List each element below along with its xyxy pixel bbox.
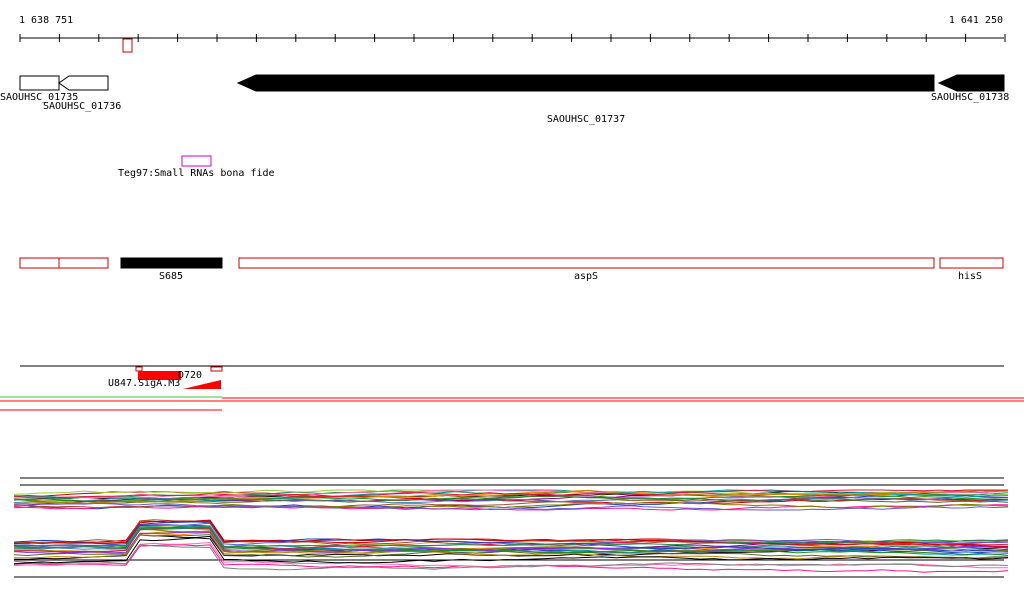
gene-label: SAOUHSC_01737 xyxy=(547,114,625,125)
expression-profiles xyxy=(13,489,1009,511)
coverage-lines xyxy=(0,396,1024,411)
gene-saouhsc-01737[interactable]: SAOUHSC_01737 xyxy=(236,74,935,125)
feature-box xyxy=(120,257,223,269)
genome-viewer: 1 638 751 1 641 250 SAOUHSC_01735 SAOUHS… xyxy=(0,15,1024,578)
feature-box[interactable] xyxy=(58,257,109,269)
gene-saouhsc-01738[interactable]: SAOUHSC_01738 xyxy=(931,74,1009,103)
feature-box[interactable] xyxy=(19,257,60,269)
regulatory-wedge[interactable] xyxy=(183,380,221,389)
feature-label: aspS xyxy=(574,271,598,282)
srna-box xyxy=(181,155,212,167)
feature-s685[interactable]: S685 xyxy=(120,257,223,282)
gene-arrow xyxy=(58,75,109,91)
gene-label: SAOUHSC_01738 xyxy=(931,92,1009,103)
expression-profiles xyxy=(13,519,1009,573)
feature-asps[interactable]: aspS xyxy=(238,257,935,282)
regulatory-marker[interactable] xyxy=(210,366,223,372)
srna-teg97[interactable]: Teg97:Small RNAs bona fide xyxy=(118,155,275,179)
feature-track: S685 aspS hisS xyxy=(19,257,1004,282)
regulatory-marker[interactable] xyxy=(135,366,143,372)
feature-box xyxy=(238,257,935,269)
gene-arrow xyxy=(937,74,1005,92)
ruler-highlight xyxy=(122,38,133,53)
expression-panel-top xyxy=(13,477,1009,511)
gene-track: SAOUHSC_01735 SAOUHSC_01736 SAOUHSC_0173… xyxy=(0,74,1009,125)
srna-track: Teg97:Small RNAs bona fide xyxy=(118,155,275,179)
expression-panel-bottom xyxy=(13,519,1009,578)
gene-label: SAOUHSC_01736 xyxy=(43,101,121,112)
regulatory-label-left: U847.SigA.M3 xyxy=(108,378,180,389)
regulatory-track: U847.SigA.M3 D720 xyxy=(20,365,1004,389)
regulatory-label-right: D720 xyxy=(178,370,202,381)
feature-box xyxy=(939,257,1004,269)
end-coordinate: 1 641 250 xyxy=(949,15,1003,26)
feature-hiss[interactable]: hisS xyxy=(939,257,1004,282)
gene-shape xyxy=(19,75,60,91)
feature-label: hisS xyxy=(958,271,982,282)
start-coordinate: 1 638 751 xyxy=(19,15,73,26)
feature-label: S685 xyxy=(159,271,183,282)
srna-label: Teg97:Small RNAs bona fide xyxy=(118,168,275,179)
profile-line xyxy=(13,500,1009,509)
coordinate-ruler: 1 638 751 1 641 250 xyxy=(19,15,1006,53)
gene-arrow xyxy=(236,74,935,92)
